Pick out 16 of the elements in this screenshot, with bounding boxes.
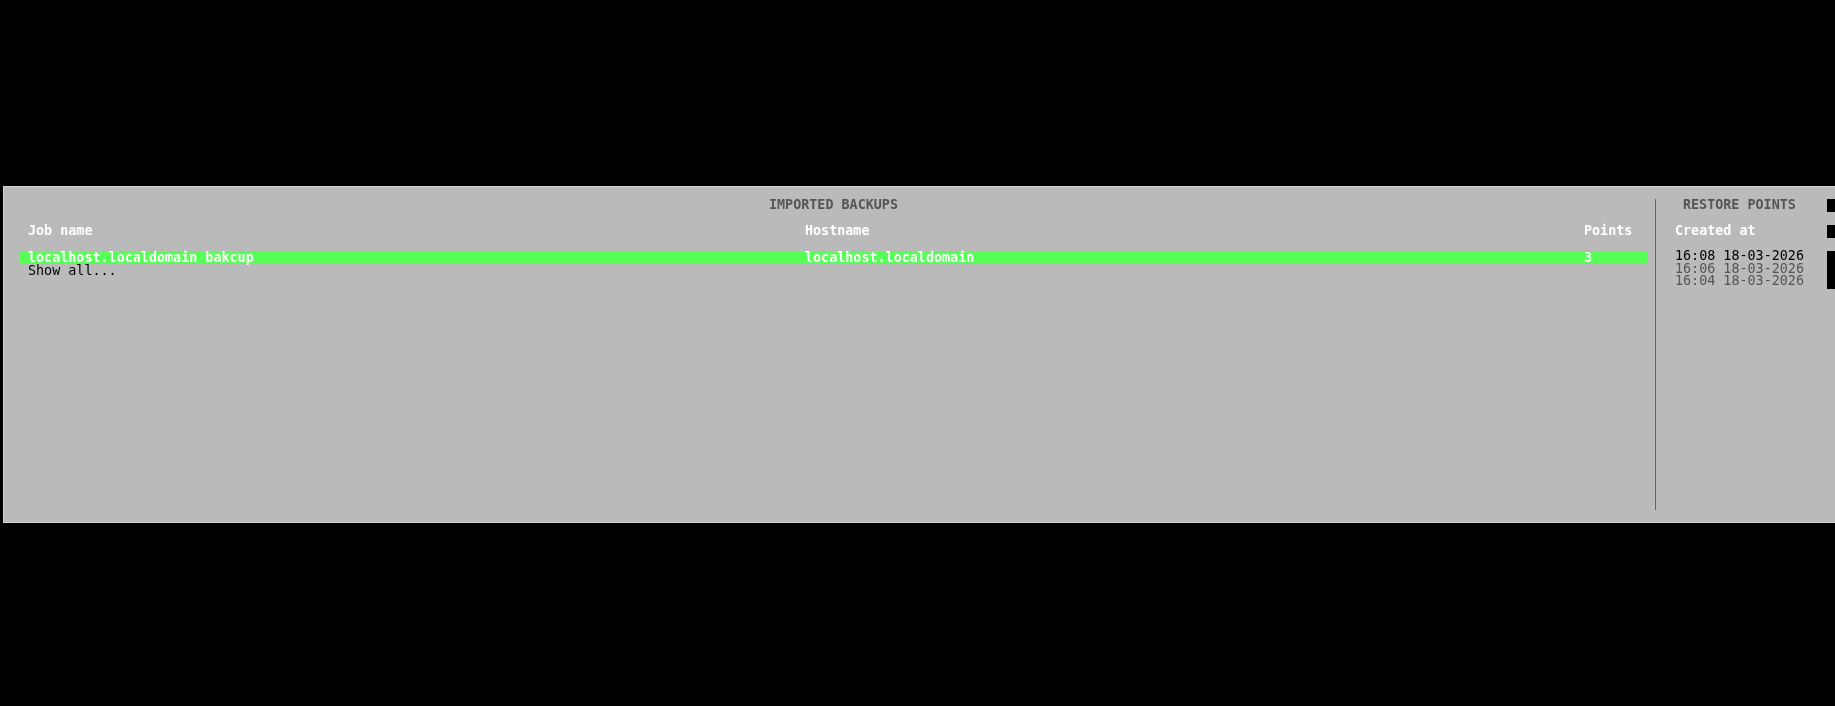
clipped-block-icon [1827, 225, 1835, 238]
table-cell: localhost.localdomain bakcup [28, 251, 254, 264]
restore-point-item[interactable]: 16:08 18-03-2026 [1675, 250, 1804, 263]
restore-point-item[interactable]: 16:06 18-03-2026 [1675, 262, 1804, 276]
table-cell: 3 [1584, 251, 1593, 264]
column-header: Points [1584, 224, 1633, 237]
column-header: Job name [28, 224, 93, 237]
restore-point-item[interactable]: 16:04 18-03-2026 [1675, 275, 1804, 289]
table-cell: localhost.localdomain [805, 251, 975, 264]
clipped-block-icon [1827, 199, 1835, 212]
column-header: Created at [1675, 224, 1756, 237]
show-all-link[interactable]: Show all... [28, 263, 117, 278]
section-title: RESTORE POINTS [1683, 198, 1796, 211]
section-title: IMPORTED BACKUPS [769, 198, 898, 211]
column-header: Hostname [805, 224, 870, 237]
clipped-block-icon [1827, 251, 1835, 289]
